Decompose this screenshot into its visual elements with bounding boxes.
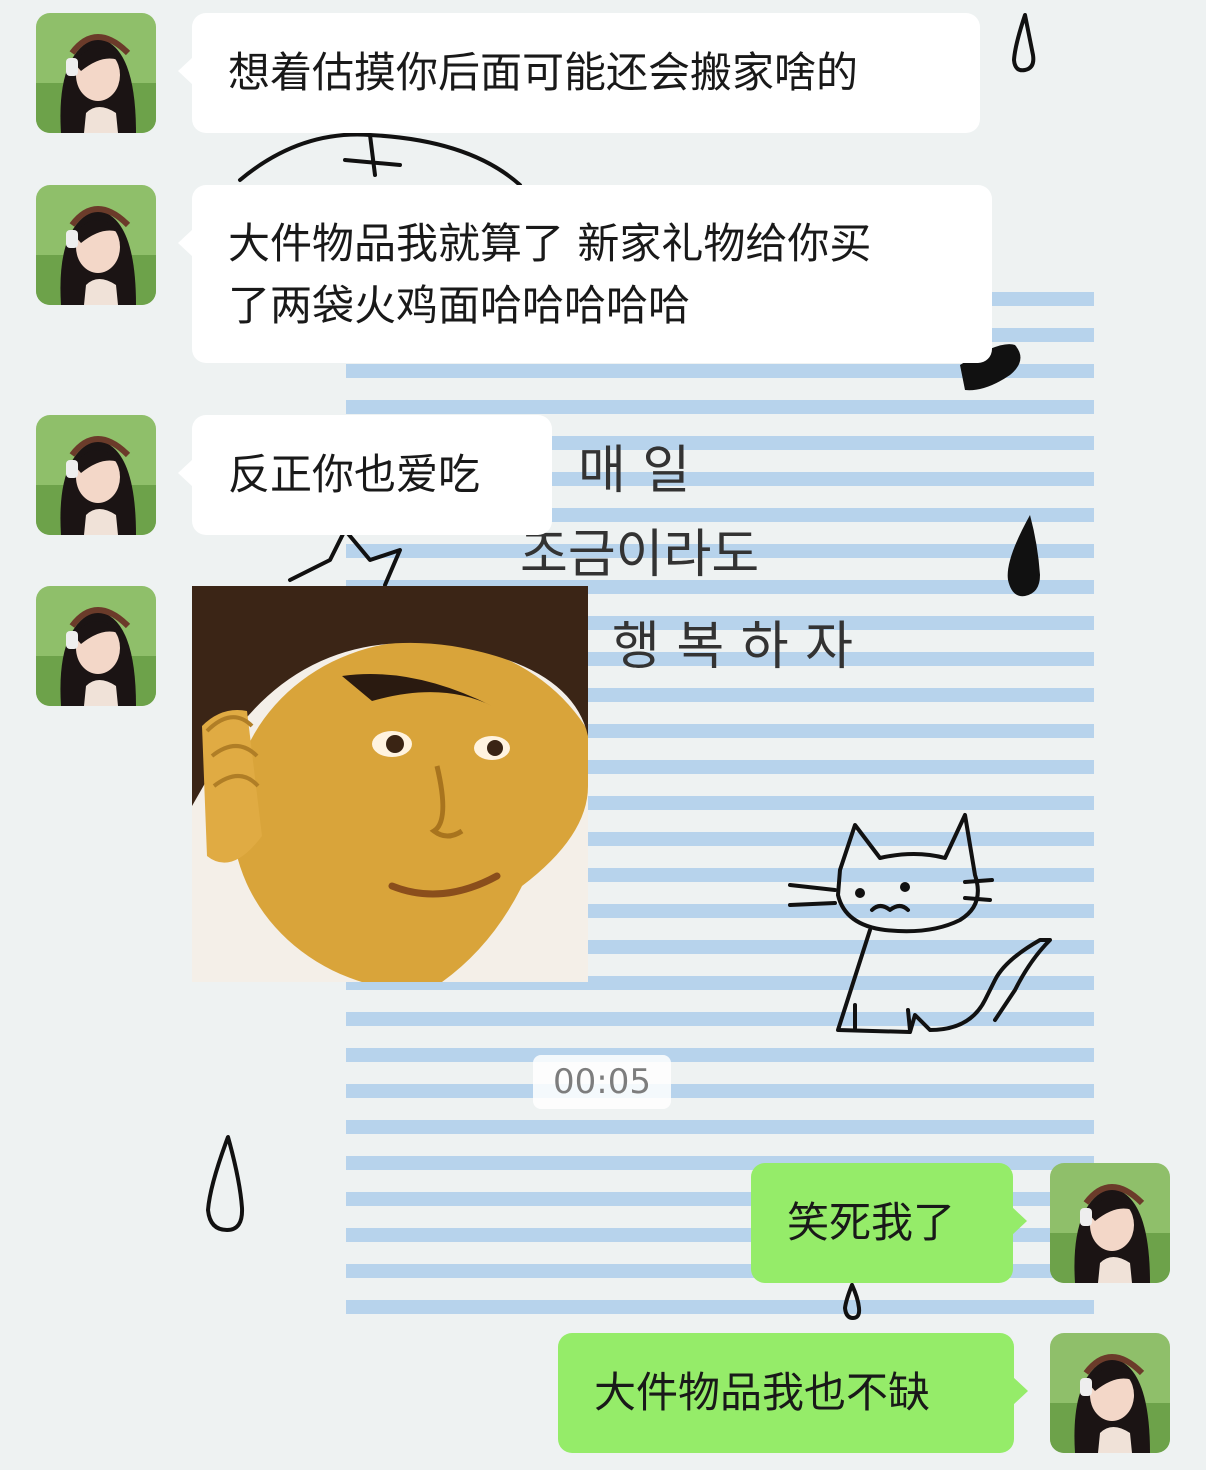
wallpaper-stripe bbox=[346, 1084, 1094, 1098]
smirking-face-sticker-icon bbox=[192, 586, 588, 982]
contact-avatar[interactable] bbox=[36, 13, 156, 133]
doodle-leaf bbox=[238, 132, 522, 187]
contact-avatar[interactable] bbox=[36, 185, 156, 305]
girl-with-headphones-avatar-icon bbox=[36, 185, 156, 305]
timestamp: 00:05 bbox=[533, 1055, 671, 1109]
wallpaper-stripe bbox=[346, 1120, 1094, 1134]
message-bubble-received[interactable]: 大件物品我就算了 新家礼物给你买 了两袋火鸡面哈哈哈哈哈 bbox=[178, 185, 992, 363]
sticker-message[interactable] bbox=[192, 586, 588, 982]
message-bubble-sent[interactable]: 笑死我了 bbox=[751, 1163, 1027, 1283]
wallpaper-korean-line-2: 조금이라도 bbox=[520, 525, 759, 585]
wallpaper-stripe bbox=[346, 400, 1094, 414]
wallpaper-stripe bbox=[346, 1300, 1094, 1314]
wallpaper-korean-line-3: 행 복 하 자 bbox=[612, 617, 853, 677]
girl-with-headphones-avatar-icon bbox=[1050, 1333, 1170, 1453]
wallpaper-korean-line-1: 매 일 bbox=[578, 441, 690, 501]
girl-with-headphones-avatar-icon bbox=[1050, 1163, 1170, 1283]
doodle-stem bbox=[343, 133, 402, 177]
message-bubble-received[interactable]: 想着估摸你后面可能还会搬家啥的 bbox=[178, 13, 980, 133]
wallpaper-stripe bbox=[346, 1012, 1094, 1026]
doodle-star bbox=[288, 528, 402, 587]
girl-with-headphones-avatar-icon bbox=[36, 586, 156, 706]
contact-avatar[interactable] bbox=[36, 415, 156, 535]
doodle-drop-filled bbox=[1007, 515, 1040, 597]
girl-with-headphones-avatar-icon bbox=[36, 415, 156, 535]
self-avatar[interactable] bbox=[1050, 1333, 1170, 1453]
wallpaper-stripe bbox=[346, 1048, 1094, 1062]
message-bubble-received[interactable]: 反正你也爱吃 bbox=[178, 415, 552, 535]
doodle-drop bbox=[206, 1135, 245, 1232]
message-bubble-sent[interactable]: 大件物品我也不缺 bbox=[558, 1333, 1028, 1453]
doodle-drop bbox=[1012, 13, 1036, 73]
girl-with-headphones-avatar-icon bbox=[36, 13, 156, 133]
self-avatar[interactable] bbox=[1050, 1163, 1170, 1283]
contact-avatar[interactable] bbox=[36, 586, 156, 706]
